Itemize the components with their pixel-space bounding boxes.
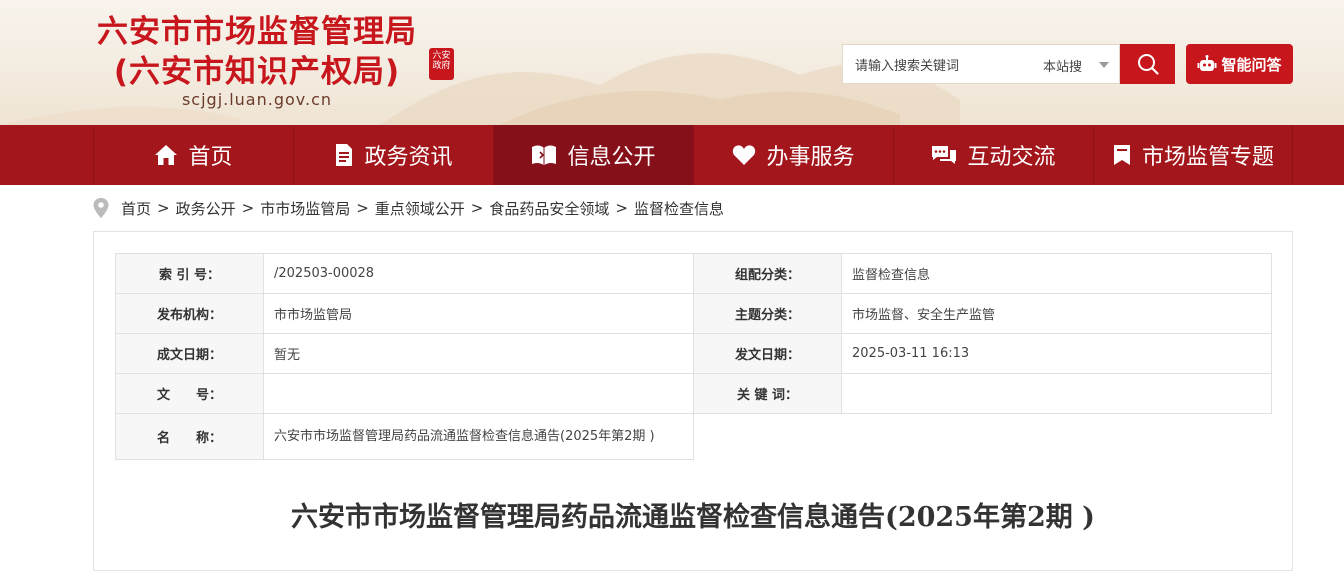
site-title-line1: 六安市市场监督管理局 [97, 14, 417, 50]
document-number-value [263, 373, 694, 414]
nav-item-market-supervision-topics[interactable]: 市场监管专题 [1093, 125, 1293, 185]
breadcrumb-bureau[interactable]: 市市场监管局 [260, 198, 350, 219]
topic-value: 市场监督、安全生产监管 [841, 293, 1272, 334]
publisher-value: 市市场监管局 [263, 293, 694, 334]
chevron-down-icon[interactable] [1099, 62, 1109, 68]
site-domain: scjgj.luan.gov.cn [181, 90, 333, 109]
search-button[interactable] [1120, 44, 1175, 84]
breadcrumb-food-drug-safety[interactable]: 食品药品安全领域 [489, 198, 609, 219]
nav-item-label: 办事服务 [766, 145, 855, 170]
published-date-value: 2025-03-11 16:13 [841, 333, 1272, 374]
document-icon [336, 144, 353, 166]
content-panel: 索 引 号： /202503-00028 组配分类： 监督检查信息 发布机构： … [93, 231, 1293, 571]
site-header: 六安市市场监督管理局 (六安市知识产权局) scjgj.luan.gov.cn … [0, 0, 1344, 125]
open-book-icon [532, 145, 557, 165]
seal-logo: 六安政府 [429, 48, 454, 80]
table-row: 名 称： 六安市市场监督管理局药品流通监督检查信息通告(2025年第2期 ) [115, 413, 1272, 460]
index-number-label: 索 引 号： [115, 253, 264, 294]
breadcrumb-separator: > [470, 199, 484, 217]
site-title[interactable]: 六安市市场监督管理局 (六安市知识产权局) [92, 12, 422, 92]
keywords-value [841, 373, 1272, 414]
nav-item-label: 市场监管专题 [1141, 145, 1274, 170]
breadcrumb-separator: > [615, 199, 628, 217]
search-scope-select[interactable]: 本站搜 [1043, 56, 1082, 75]
table-row: 发布机构： 市市场监管局 主题分类： 市场监督、安全生产监管 [115, 293, 1272, 334]
breadcrumb-separator: > [241, 199, 255, 217]
document-name-label: 名 称： [115, 413, 264, 460]
nav-item-interaction[interactable]: 互动交流 [893, 125, 1093, 185]
empty-cell [693, 413, 1272, 460]
document-number-label: 文 号： [115, 373, 264, 414]
document-name-value: 六安市市场监督管理局药品流通监督检查信息通告(2025年第2期 ) [263, 413, 694, 460]
site-title-line2: (六安市知识产权局) [113, 54, 401, 90]
table-row: 成文日期： 暂无 发文日期： 2025-03-11 16:13 [115, 333, 1272, 374]
search-box: 本站搜 [842, 44, 1120, 84]
created-date-label: 成文日期： [115, 333, 264, 374]
index-number-value: /202503-00028 [263, 253, 694, 294]
bookmark-icon [1113, 145, 1130, 165]
breadcrumb-separator: > [157, 199, 170, 217]
breadcrumb-key-areas[interactable]: 重点领域公开 [375, 198, 465, 219]
table-row: 文 号： 关 键 词： [115, 373, 1272, 414]
breadcrumb-inspection-info[interactable]: 监督检查信息 [634, 198, 724, 219]
table-row: 索 引 号： /202503-00028 组配分类： 监督检查信息 [115, 253, 1272, 294]
category-value: 监督检查信息 [841, 253, 1272, 294]
nav-item-home[interactable]: 首页 [93, 125, 293, 185]
topic-label: 主题分类： [693, 293, 842, 334]
breadcrumb-home[interactable]: 首页 [121, 198, 151, 219]
nav-item-label: 互动交流 [967, 145, 1056, 170]
created-date-value: 暂无 [263, 333, 694, 374]
chat-icon [932, 146, 957, 164]
robot-icon [1197, 55, 1217, 71]
document-title: 六安市市场监督管理局药品流通监督检查信息通告(2025年第2期 ) [291, 502, 1095, 533]
category-label: 组配分类： [693, 253, 842, 294]
published-date-label: 发文日期： [693, 333, 842, 374]
nav-item-label: 政务资讯 [364, 145, 453, 170]
nav-item-label: 首页 [188, 145, 233, 170]
main-nav: 首页 政务资讯 信息公开 办事服务 互动交流 市场监管专题 [0, 125, 1344, 185]
keywords-label: 关 键 词： [693, 373, 842, 414]
nav-item-services[interactable]: 办事服务 [693, 125, 893, 185]
heart-icon [733, 145, 756, 165]
breadcrumb: 首页 > 政务公开 > 市市场监管局 > 重点领域公开 > 食品药品安全领域 >… [93, 197, 724, 219]
breadcrumb-gov-disclosure[interactable]: 政务公开 [176, 198, 236, 219]
nav-item-info-disclosure[interactable]: 信息公开 [493, 125, 693, 185]
location-pin-icon [93, 198, 109, 218]
ai-assistant-button[interactable]: 智能问答 [1186, 44, 1293, 84]
nav-item-label: 信息公开 [567, 145, 656, 170]
ai-button-label: 智能问答 [1221, 55, 1282, 74]
home-icon [155, 145, 178, 165]
document-metadata-table: 索 引 号： /202503-00028 组配分类： 监督检查信息 发布机构： … [115, 253, 1272, 460]
nav-item-news[interactable]: 政务资讯 [293, 125, 493, 185]
search-input[interactable] [853, 54, 1037, 78]
search-icon [1137, 54, 1159, 75]
breadcrumb-separator: > [356, 199, 369, 217]
publisher-label: 发布机构： [115, 293, 264, 334]
